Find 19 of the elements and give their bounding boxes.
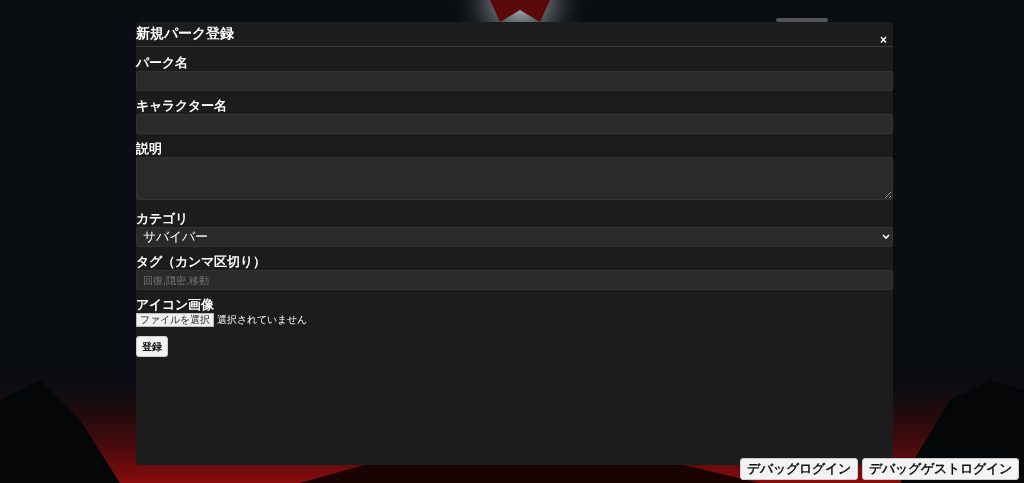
file-status: 選択されていません [217,313,307,327]
field-label: カテゴリ [136,212,189,226]
debug-login-button[interactable]: デバッグログイン [740,458,858,480]
field-label: 説明 [136,142,163,156]
field-label: キャラクター名 [136,99,228,113]
register-button[interactable]: 登録 [136,336,168,357]
debug-login-button[interactable]: デバッグゲストログイン [862,458,1019,480]
modal-title: 新規パーク登録 [136,24,234,42]
choose-file-button[interactable]: ファイルを選択 [136,313,214,327]
text-field[interactable] [136,114,893,134]
text-field[interactable]: 回復,隠密,移動 [136,270,893,290]
close-button[interactable]: × [874,34,893,46]
category-select[interactable]: サバイバー [136,227,893,247]
field-label: アイコン画像 [136,298,215,312]
field-label: タグ（カンマ区切り） [136,255,267,269]
text-field[interactable] [136,71,893,91]
field-label: パーク名 [136,56,189,70]
chevron-down-icon [882,234,890,240]
description-field[interactable] [136,157,893,200]
